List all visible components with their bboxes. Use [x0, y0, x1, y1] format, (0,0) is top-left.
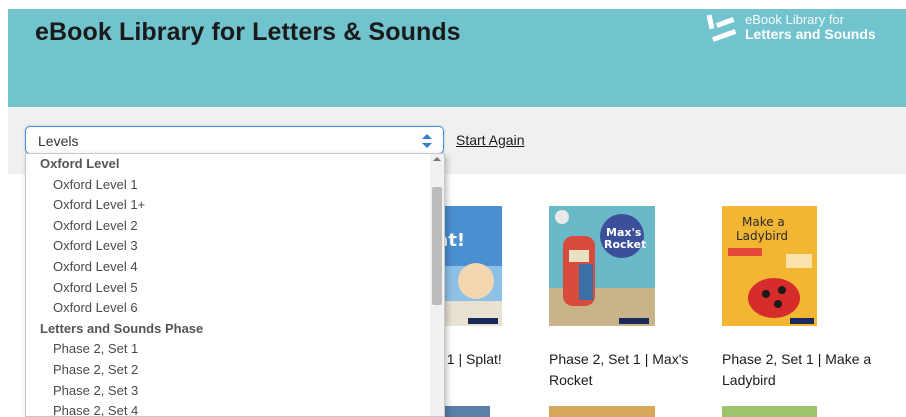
scroll-up-arrow-icon[interactable]	[433, 157, 441, 161]
dropdown-scrollbar[interactable]	[430, 154, 444, 416]
dropdown-option[interactable]: Phase 2, Set 4	[26, 401, 430, 416]
cover-title-line-2: Ladybird	[736, 229, 788, 243]
dropdown-option[interactable]: Phase 2, Set 1	[26, 339, 430, 360]
dropdown-option[interactable]: Phase 2, Set 3	[26, 381, 430, 402]
book-cover[interactable]: Make a Ladybird	[722, 206, 817, 326]
levels-select[interactable]: Levels	[25, 126, 444, 154]
logo-stripes-icon	[706, 14, 737, 42]
levels-dropdown-list[interactable]: Oxford Level Oxford Level 1 Oxford Level 1…	[25, 153, 445, 417]
cover-title-line-2: Rocket	[604, 238, 646, 251]
book-cover-partial[interactable]	[549, 406, 655, 417]
select-updown-icon	[422, 134, 432, 148]
scrollbar-thumb[interactable]	[432, 187, 442, 305]
page-frame: eBook Library for Letters & Sounds eBook…	[8, 9, 906, 417]
book-cover-partial[interactable]	[722, 406, 817, 417]
logo-line-1: eBook Library for	[745, 12, 844, 27]
dropdown-option[interactable]: Oxford Level 2	[26, 216, 430, 237]
dropdown-option[interactable]: Oxford Level 6	[26, 298, 430, 319]
book-cover[interactable]: Max's Rocket	[549, 206, 655, 326]
start-again-link[interactable]: Start Again	[456, 132, 525, 148]
logo-line-2: Letters and Sounds	[745, 26, 876, 42]
levels-select-value: Levels	[38, 133, 79, 149]
page-title: eBook Library for Letters & Sounds	[35, 18, 461, 46]
book-title[interactable]: Phase 2, Set 1 | Max's Rocket	[549, 349, 709, 391]
logo-text: eBook Library for Letters and Sounds	[745, 12, 876, 42]
cover-title-line-1: Make a	[742, 215, 785, 229]
dropdown-options: Oxford Level Oxford Level 1 Oxford Level 1…	[26, 154, 430, 416]
header-banner: eBook Library for Letters & Sounds eBook…	[8, 9, 906, 107]
dropdown-group-label: Letters and Sounds Phase	[40, 320, 204, 336]
cover-maxs-rocket-image: Max's Rocket	[549, 206, 655, 326]
book-cover-partial[interactable]	[438, 406, 490, 417]
dropdown-option[interactable]: Oxford Level 1+	[26, 195, 430, 216]
cover-make-a-ladybird-image: Make a Ladybird	[722, 206, 817, 326]
dropdown-option[interactable]: Oxford Level 5	[26, 278, 430, 299]
dropdown-group-label: Oxford Level	[40, 156, 120, 171]
book-title[interactable]: Phase 2, Set 1 | Make a Ladybird	[722, 349, 882, 391]
dropdown-option[interactable]: Oxford Level 4	[26, 257, 430, 278]
dropdown-option[interactable]: Oxford Level 3	[26, 236, 430, 257]
dropdown-option[interactable]: Oxford Level 1	[26, 175, 430, 196]
site-logo[interactable]: eBook Library for Letters and Sounds	[706, 11, 906, 51]
dropdown-option[interactable]: Phase 2, Set 2	[26, 360, 430, 381]
